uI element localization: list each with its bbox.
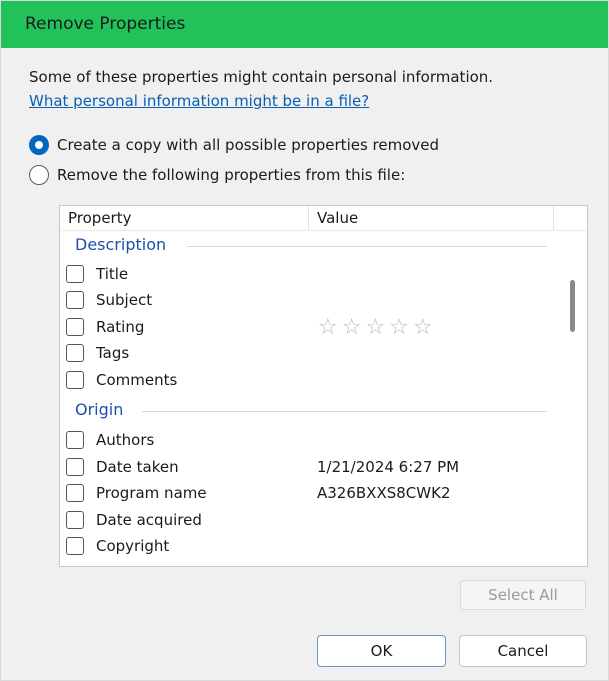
option-copy-removed-label: Create a copy with all possible properti…: [57, 136, 440, 154]
table-row[interactable]: Title: [66, 263, 550, 287]
property-label: Comments: [96, 371, 178, 389]
radio-selected-icon[interactable]: [29, 135, 49, 155]
checkbox[interactable]: [66, 431, 84, 449]
vertical-scrollbar[interactable]: [563, 230, 585, 566]
dialog-title: Remove Properties: [25, 14, 186, 34]
properties-list: Property Value Description Title Subject…: [59, 205, 588, 567]
property-label: Rating: [96, 318, 145, 336]
ok-button[interactable]: OK: [317, 635, 446, 667]
table-row[interactable]: Program name A326BXXS8CWK2: [66, 482, 550, 506]
checkbox[interactable]: [66, 265, 84, 283]
option-copy-removed[interactable]: Create a copy with all possible properti…: [29, 135, 439, 155]
table-row[interactable]: Rating ☆☆☆☆☆: [66, 315, 550, 340]
property-value: 1/21/2024 6:27 PM: [317, 458, 460, 476]
table-row[interactable]: Copyright: [66, 535, 550, 559]
property-label: Subject: [96, 291, 153, 309]
property-label: Authors: [96, 431, 155, 449]
table-row[interactable]: Comments: [66, 369, 550, 393]
rating-stars-icon[interactable]: ☆☆☆☆☆: [318, 315, 437, 340]
option-remove-following-label: Remove the following properties from thi…: [57, 166, 406, 184]
group-header-origin: Origin: [75, 400, 124, 419]
select-all-button[interactable]: Select All: [460, 580, 586, 610]
property-label: Date taken: [96, 458, 179, 476]
table-row[interactable]: Authors: [66, 429, 550, 453]
group-divider: [187, 246, 547, 247]
list-header: Property Value: [60, 206, 587, 231]
checkbox[interactable]: [66, 484, 84, 502]
checkbox[interactable]: [66, 511, 84, 529]
table-row[interactable]: Date acquired: [66, 509, 550, 533]
table-row[interactable]: Date taken 1/21/2024 6:27 PM: [66, 456, 550, 480]
property-value: A326BXXS8CWK2: [317, 484, 451, 502]
info-text: Some of these properties might contain p…: [29, 68, 494, 86]
radio-unselected-icon[interactable]: [29, 165, 49, 185]
group-divider: [142, 411, 547, 412]
property-label: Program name: [96, 484, 207, 502]
checkbox[interactable]: [66, 371, 84, 389]
property-label: Tags: [96, 344, 130, 362]
group-header-description: Description: [75, 235, 167, 254]
column-header-value[interactable]: Value: [317, 209, 358, 227]
column-divider[interactable]: [308, 206, 309, 230]
property-label: Title: [96, 265, 129, 283]
cancel-button[interactable]: Cancel: [459, 635, 587, 667]
option-remove-following[interactable]: Remove the following properties from thi…: [29, 165, 405, 185]
dialog-content: Some of these properties might contain p…: [1, 48, 608, 680]
checkbox[interactable]: [66, 291, 84, 309]
scrollbar-thumb[interactable]: [570, 280, 575, 332]
personal-info-link[interactable]: What personal information might be in a …: [29, 92, 369, 110]
table-row[interactable]: Subject: [66, 289, 550, 313]
property-label: Date acquired: [96, 511, 202, 529]
title-bar: Remove Properties: [1, 1, 608, 48]
table-row[interactable]: Tags: [66, 342, 550, 366]
checkbox[interactable]: [66, 537, 84, 555]
property-label: Copyright: [96, 537, 170, 555]
checkbox[interactable]: [66, 318, 84, 336]
column-header-property[interactable]: Property: [68, 209, 131, 227]
checkbox[interactable]: [66, 458, 84, 476]
remove-properties-dialog: Remove Properties Some of these properti…: [0, 0, 609, 681]
checkbox[interactable]: [66, 344, 84, 362]
column-divider[interactable]: [553, 206, 554, 230]
